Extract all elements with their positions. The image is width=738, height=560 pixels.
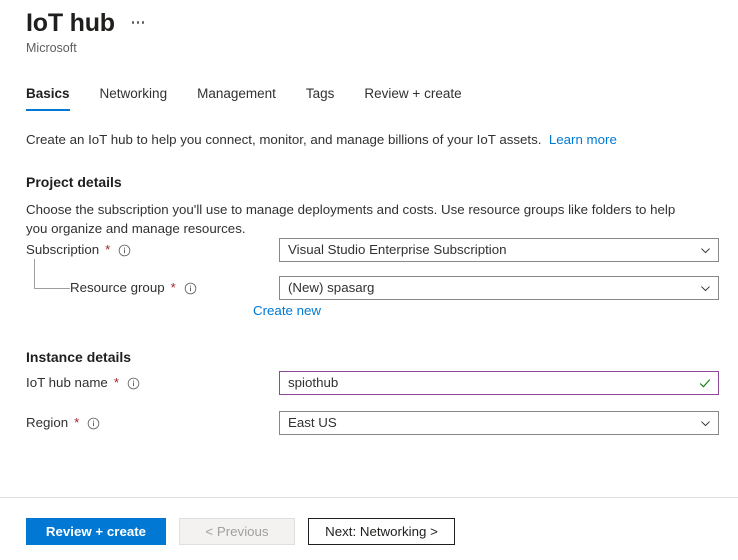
subscription-required-asterisk: * (105, 242, 111, 257)
resource-group-control: (New) spasarg (279, 276, 719, 300)
resource-group-label-text: Resource group (70, 280, 165, 295)
project-details-heading: Project details (26, 174, 122, 190)
info-icon[interactable] (184, 282, 197, 295)
chevron-down-icon (701, 285, 710, 291)
region-label: Region * (26, 414, 100, 432)
iot-hub-name-input[interactable]: spiothub (279, 371, 719, 395)
resource-group-required-asterisk: * (170, 280, 176, 295)
blade-header: IoT hub Microsoft (0, 0, 738, 56)
tab-management[interactable]: Management (182, 85, 291, 111)
resource-group-dropdown[interactable]: (New) spasarg (279, 276, 719, 300)
intro-text: Create an IoT hub to help you connect, m… (26, 131, 738, 149)
chevron-down-icon (701, 247, 710, 253)
region-control: East US (279, 411, 719, 435)
tab-tags[interactable]: Tags (291, 85, 350, 111)
footer-divider (0, 497, 738, 498)
region-required-asterisk: * (74, 415, 80, 430)
iot-hub-name-label: IoT hub name * (26, 374, 140, 392)
resource-group-value: (New) spasarg (288, 280, 375, 295)
project-details-description: Choose the subscription you'll use to ma… (26, 202, 676, 236)
info-icon[interactable] (127, 377, 140, 390)
chevron-down-icon (701, 420, 710, 426)
region-value: East US (288, 415, 337, 430)
subscription-control: Visual Studio Enterprise Subscription (279, 238, 719, 262)
region-label-text: Region (26, 415, 69, 430)
subscription-row: Subscription * Visual Studio Enterprise … (26, 238, 720, 262)
subscription-value: Visual Studio Enterprise Subscription (288, 242, 507, 257)
iot-hub-name-value: spiothub (288, 375, 339, 390)
region-row: Region * East US (26, 411, 720, 435)
title-row: IoT hub (26, 8, 738, 38)
resource-group-row: Resource group * (New) spasarg (70, 276, 720, 300)
iot-hub-name-control: spiothub (279, 371, 719, 395)
info-icon[interactable] (87, 417, 100, 430)
iot-hub-name-required-asterisk: * (113, 375, 119, 390)
publisher-subtitle: Microsoft (26, 41, 77, 55)
info-icon[interactable] (118, 244, 131, 257)
create-new-link[interactable]: Create new (253, 303, 321, 318)
resource-group-tree-connector (34, 259, 70, 289)
instance-details-heading: Instance details (26, 349, 132, 365)
create-new-resource-group: Create new (253, 302, 321, 320)
iot-hub-name-row: IoT hub name * spiothub (26, 371, 720, 395)
tab-networking[interactable]: Networking (85, 85, 183, 111)
footer-actions: Review + create < Previous Next: Network… (26, 518, 455, 545)
tab-bar: Basics Networking Management Tags Review… (26, 85, 738, 111)
region-dropdown[interactable]: East US (279, 411, 719, 435)
subscription-dropdown[interactable]: Visual Studio Enterprise Subscription (279, 238, 719, 262)
review-create-button[interactable]: Review + create (26, 518, 166, 545)
valid-check-icon (699, 379, 711, 388)
page-title: IoT hub (26, 9, 115, 37)
iot-hub-create-blade: IoT hub Microsoft Basics Networking Mana… (0, 0, 738, 560)
subscription-label: Subscription * (26, 241, 131, 259)
more-options-icon[interactable] (129, 15, 148, 31)
intro-description: Create an IoT hub to help you connect, m… (26, 132, 542, 147)
learn-more-link[interactable]: Learn more (549, 132, 617, 147)
tab-review-create[interactable]: Review + create (349, 85, 476, 111)
previous-button: < Previous (179, 518, 295, 545)
next-networking-button[interactable]: Next: Networking > (308, 518, 455, 545)
resource-group-label: Resource group * (70, 279, 197, 297)
subscription-label-text: Subscription (26, 242, 100, 257)
iot-hub-name-label-text: IoT hub name (26, 375, 108, 390)
tab-basics[interactable]: Basics (26, 85, 85, 111)
